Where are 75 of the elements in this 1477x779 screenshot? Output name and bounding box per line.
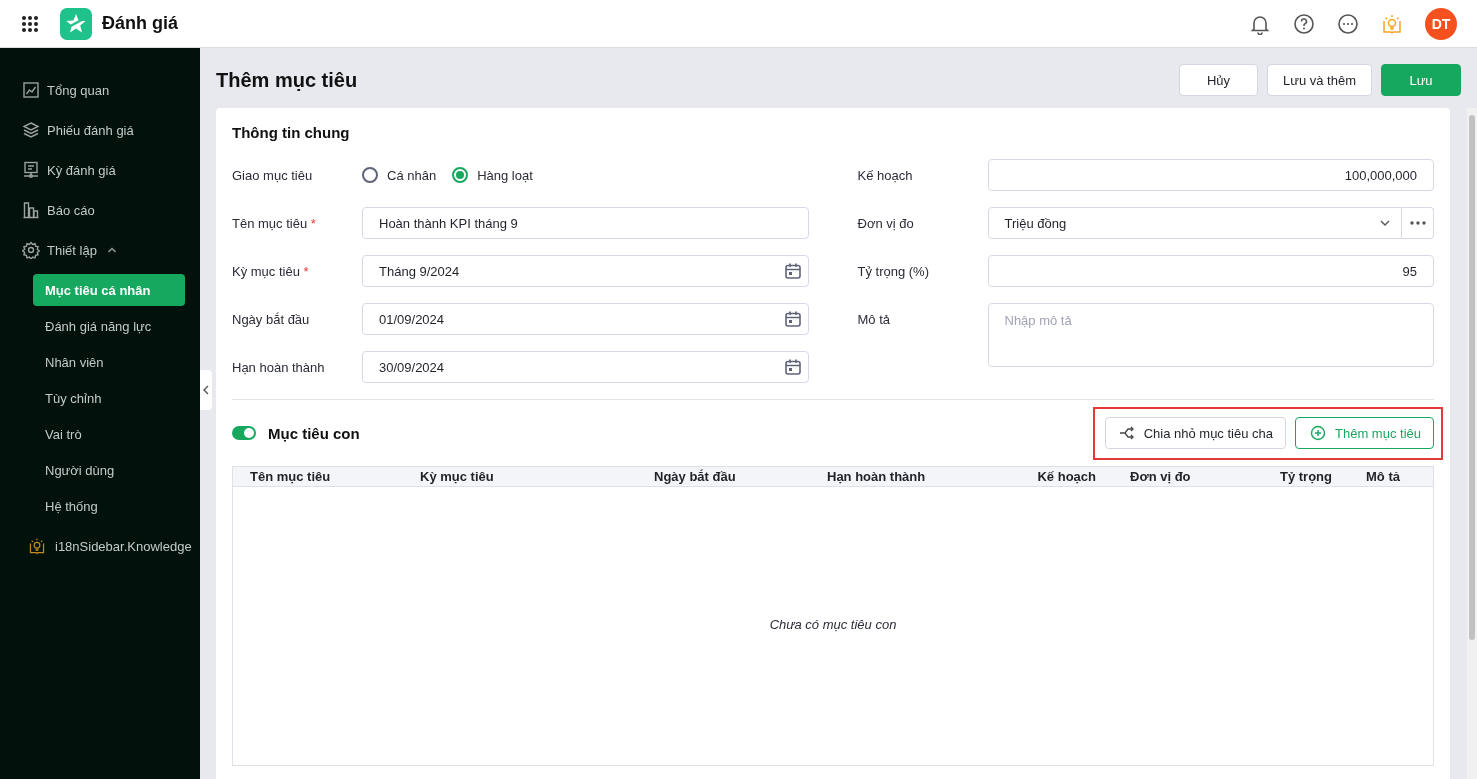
scrollbar[interactable] (1467, 108, 1477, 779)
lightbulb-book-icon[interactable] (1381, 12, 1403, 35)
bar-chart-icon (22, 201, 40, 219)
sidebar-item[interactable]: Thiết lập (47, 242, 97, 258)
chart-icon (22, 81, 40, 99)
calendar-icon (783, 358, 802, 376)
star-logo-icon (60, 7, 92, 40)
column-header[interactable]: Kỳ mục tiêu (403, 469, 637, 484)
apps-grid-icon[interactable] (21, 14, 39, 33)
field-label: Kế hoạch (857, 167, 913, 183)
column-header[interactable]: Hạn hoàn thành (810, 469, 1010, 484)
collapse-handle[interactable] (200, 370, 212, 410)
sidebar-subitem[interactable]: Đánh giá năng lực (33, 310, 185, 342)
sidebar-item[interactable]: Tổng quan (47, 82, 110, 98)
date-field[interactable]: 01/09/2024 (362, 303, 809, 335)
scrollbar-thumb[interactable] (1469, 115, 1475, 640)
field-label: Giao mục tiêu (232, 167, 313, 183)
radio-label[interactable]: Cá nhân (387, 167, 437, 183)
column-header[interactable]: Kế hoạch (1010, 469, 1113, 484)
sidebar-item[interactable]: Báo cáo (47, 202, 95, 218)
field-label: Ngày bắt đầu (232, 311, 310, 327)
sidebar-subitem[interactable]: Nhân viên (33, 346, 185, 378)
toggle-switch[interactable] (232, 426, 256, 440)
radio-button[interactable] (452, 167, 469, 183)
help-icon[interactable] (1293, 12, 1315, 35)
split-arrow-icon (1118, 425, 1135, 441)
select-field[interactable]: Triệu đồng (987, 207, 1402, 239)
empty-message: Chưa có mục tiêu con (769, 617, 897, 632)
description-field[interactable]: Nhập mô tả (987, 303, 1434, 367)
field-label: Kỳ mục tiêu (232, 263, 300, 279)
field-label: Đơn vị đo (857, 215, 914, 231)
sidebar-subitem[interactable]: Hệ thống (33, 490, 185, 522)
action-button[interactable]: Lưu và thêm (1267, 64, 1372, 96)
date-field[interactable]: Tháng 9/2024 (362, 255, 809, 287)
column-header[interactable]: Đơn vị đo (1113, 469, 1253, 484)
sidebar-item[interactable]: i18nSidebar.Knowledge (55, 538, 192, 554)
number-field[interactable]: 95 (987, 255, 1434, 287)
field-label: Tỷ trọng (%) (857, 263, 929, 279)
layers-icon (22, 121, 40, 139)
plus-circle-icon (1310, 425, 1326, 441)
action-button[interactable]: Hủy (1179, 64, 1258, 96)
radio-button[interactable] (362, 167, 378, 183)
calendar-icon (783, 310, 802, 328)
monitor-icon (22, 161, 40, 179)
calendar-icon (783, 262, 802, 280)
radio-label[interactable]: Hàng loạt (477, 167, 533, 183)
number-field[interactable]: 100,000,000 (987, 159, 1434, 191)
date-field[interactable]: 30/09/2024 (362, 351, 809, 383)
more-button[interactable] (1402, 207, 1434, 239)
sidebar-subitem[interactable]: Tùy chỉnh (33, 382, 185, 414)
split-goal-button[interactable]: Chia nhỏ mục tiêu cha (1104, 417, 1286, 449)
field-label: Mô tả (857, 312, 890, 327)
section-title: Thông tin chung (232, 124, 351, 142)
caret-icon[interactable] (106, 245, 117, 255)
sidebar-item[interactable]: Kỳ đánh giá (47, 162, 116, 178)
sidebar-subitem[interactable]: Người dùng (33, 454, 185, 486)
more-icon[interactable] (1337, 12, 1359, 35)
dots-icon (1409, 221, 1426, 225)
app-title: Đánh giá (102, 13, 178, 34)
field-label: Hạn hoàn thành (232, 359, 325, 375)
required-mark: * (310, 215, 316, 231)
column-header[interactable]: Ngày bắt đầu (637, 469, 810, 484)
lightbulb-book-icon (28, 537, 46, 555)
section-title: Mục tiêu con (268, 424, 360, 442)
column-header[interactable]: Mô tả (1349, 469, 1433, 484)
chevron-left-icon (203, 385, 209, 395)
required-mark: * (303, 263, 309, 279)
sidebar-item[interactable]: Phiếu đánh giá (47, 122, 134, 138)
column-header[interactable]: Tên mục tiêu (233, 469, 403, 484)
sidebar-subitem[interactable]: Vai trò (33, 418, 185, 450)
column-header[interactable]: Tỷ trọng (1253, 469, 1349, 484)
field-label: Tên mục tiêu (232, 215, 308, 231)
gear-icon (22, 241, 40, 259)
page-title: Thêm mục tiêu (216, 68, 358, 92)
text-field[interactable]: Hoàn thành KPI tháng 9 (362, 207, 809, 239)
